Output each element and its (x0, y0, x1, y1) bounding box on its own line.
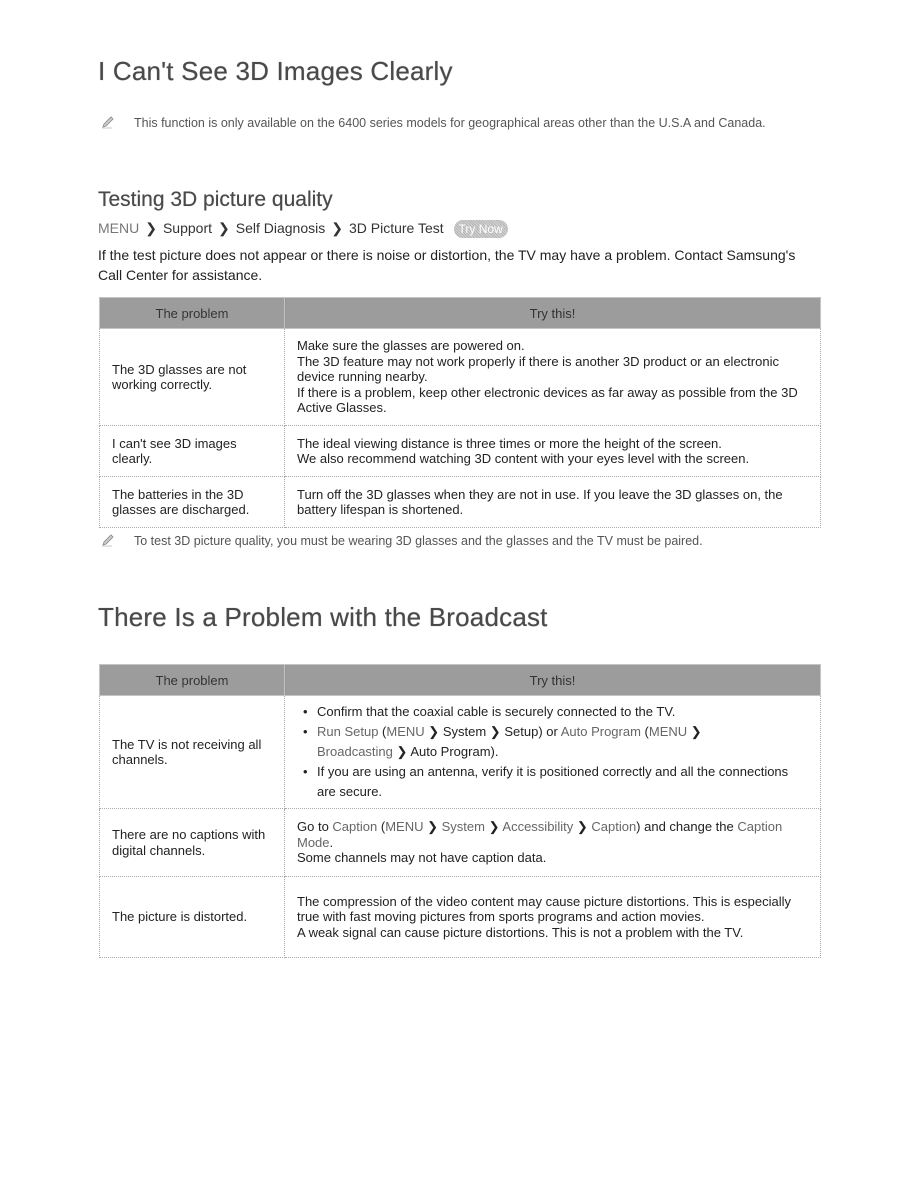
system-link[interactable]: System (443, 724, 486, 739)
auto-program-link[interactable]: Auto Program (561, 724, 641, 739)
problem-cell: The TV is not receiving all channels. (99, 695, 285, 809)
table-row: There are no captions with digital chann… (99, 808, 821, 877)
problem-cell: The picture is distorted. (99, 876, 285, 958)
bullet-item: Run Setup (MENU ❯ System ❯ Setup) or Aut… (303, 722, 808, 762)
chevron-right-icon: ❯ (427, 819, 438, 835)
chevron-right-icon: ❯ (489, 724, 501, 739)
solution-line: The compression of the video content may… (297, 893, 791, 925)
solution-cell: Go to Caption (MENU ❯ System ❯ Accessibi… (284, 808, 821, 877)
header-try-this: Try this! (284, 297, 821, 329)
table-header-row: The problem Try this! (99, 297, 821, 329)
pencil-icon (102, 116, 114, 129)
path-3d-picture-test[interactable]: 3D Picture Test (349, 220, 444, 236)
text: ). (490, 744, 499, 759)
note-text: This function is only available on the 6… (134, 116, 766, 130)
auto-program-link[interactable]: Auto Program (410, 744, 490, 759)
solution-line: Make sure the glasses are powered on. (297, 338, 525, 354)
solution-line: If there is a problem, keep other electr… (297, 384, 798, 416)
chevron-right-icon: ❯ (690, 724, 702, 739)
table-broadcast-troubleshooting: The problem Try this! The TV is not rece… (99, 664, 821, 958)
table-header-row: The problem Try this! (99, 664, 821, 696)
path-menu[interactable]: MENU (98, 220, 139, 236)
problem-cell: There are no captions with digital chann… (99, 808, 285, 877)
solution-cell: Turn off the 3D glasses when they are no… (284, 476, 821, 528)
table-row: The TV is not receiving all channels. Co… (99, 695, 821, 809)
solution-cell: The compression of the video content may… (284, 876, 821, 958)
header-problem: The problem (99, 297, 285, 329)
broadcasting-link[interactable]: Broadcasting (317, 744, 393, 759)
text: Go to (297, 819, 333, 835)
solution-cell: Make sure the glasses are powered on. Th… (284, 328, 821, 426)
solution-cell: Confirm that the coaxial cable is secure… (284, 695, 821, 809)
solution-line: The 3D feature may not work properly if … (297, 353, 779, 385)
bullet-item: If you are using an antenna, verify it i… (303, 762, 808, 802)
subsection-title-testing: Testing 3D picture quality (98, 188, 333, 211)
section-title-broadcast: There Is a Problem with the Broadcast (98, 602, 548, 632)
table-3d-troubleshooting: The problem Try this! The 3D glasses are… (99, 297, 821, 528)
solution-line: Turn off the 3D glasses when they are no… (297, 486, 783, 518)
menu-link[interactable]: MENU (385, 819, 423, 834)
chevron-right-icon: ❯ (576, 819, 588, 835)
menu-path: MENU ❯ Support ❯ Self Diagnosis ❯ 3D Picture T… (98, 220, 508, 239)
problem-cell: I can't see 3D images clearly. (99, 425, 285, 477)
problem-cell: The 3D glasses are not working correctly… (99, 328, 285, 426)
try-now-button[interactable]: Try Now (453, 220, 508, 239)
table-row: I can't see 3D images clearly. The ideal… (99, 425, 821, 477)
setup-link[interactable]: Setup (504, 724, 538, 739)
chevron-right-icon: ❯ (488, 819, 500, 835)
system-link[interactable]: System (442, 819, 485, 834)
header-problem: The problem (99, 664, 285, 696)
menu-link[interactable]: MENU (386, 724, 424, 739)
text: ( (377, 819, 386, 835)
solution-cell: The ideal viewing distance is three time… (284, 425, 821, 477)
table-row: The 3D glasses are not working correctly… (99, 328, 821, 426)
bullet-item: Confirm that the coaxial cable is secure… (303, 702, 808, 722)
text: . (329, 834, 334, 850)
chevron-right-icon: ❯ (331, 220, 343, 236)
chevron-right-icon: ❯ (396, 744, 408, 759)
menu-link[interactable]: MENU (649, 724, 687, 739)
path-self-diagnosis[interactable]: Self Diagnosis (236, 220, 326, 236)
solution-line: We also recommend watching 3D content wi… (297, 451, 750, 466)
problem-cell: The batteries in the 3D glasses are disc… (99, 476, 285, 528)
solution-bullets: Confirm that the coaxial cable is secure… (297, 702, 808, 802)
chevron-right-icon: ❯ (145, 220, 157, 236)
caption-link[interactable]: Caption (332, 819, 377, 834)
table-row: The picture is distorted. The compressio… (99, 876, 821, 958)
text: ) and change the (636, 819, 738, 835)
table-row: The batteries in the 3D glasses are disc… (99, 476, 821, 528)
note-text: To test 3D picture quality, you must be … (134, 534, 703, 548)
solution-line: A weak signal can cause picture distorti… (297, 924, 744, 940)
intro-paragraph: If the test picture does not appear or t… (98, 247, 796, 283)
solution-line: Go to Caption (MENU ❯ System ❯ Accessibi… (297, 819, 808, 850)
solution-line: Some channels may not have caption data. (297, 850, 547, 866)
section-title-3d: I Can't See 3D Images Clearly (98, 56, 453, 86)
chevron-right-icon: ❯ (218, 220, 230, 236)
text: ( (640, 724, 649, 739)
path-support[interactable]: Support (163, 220, 212, 236)
pencil-icon (102, 534, 114, 547)
caption-link[interactable]: Caption (591, 819, 636, 834)
chevron-right-icon: ❯ (428, 724, 440, 739)
header-try-this: Try this! (284, 664, 821, 696)
accessibility-link[interactable]: Accessibility (502, 819, 573, 834)
text: ) or (538, 724, 561, 739)
solution-line: The ideal viewing distance is three time… (297, 435, 722, 451)
run-setup-link[interactable]: Run Setup (317, 724, 378, 739)
